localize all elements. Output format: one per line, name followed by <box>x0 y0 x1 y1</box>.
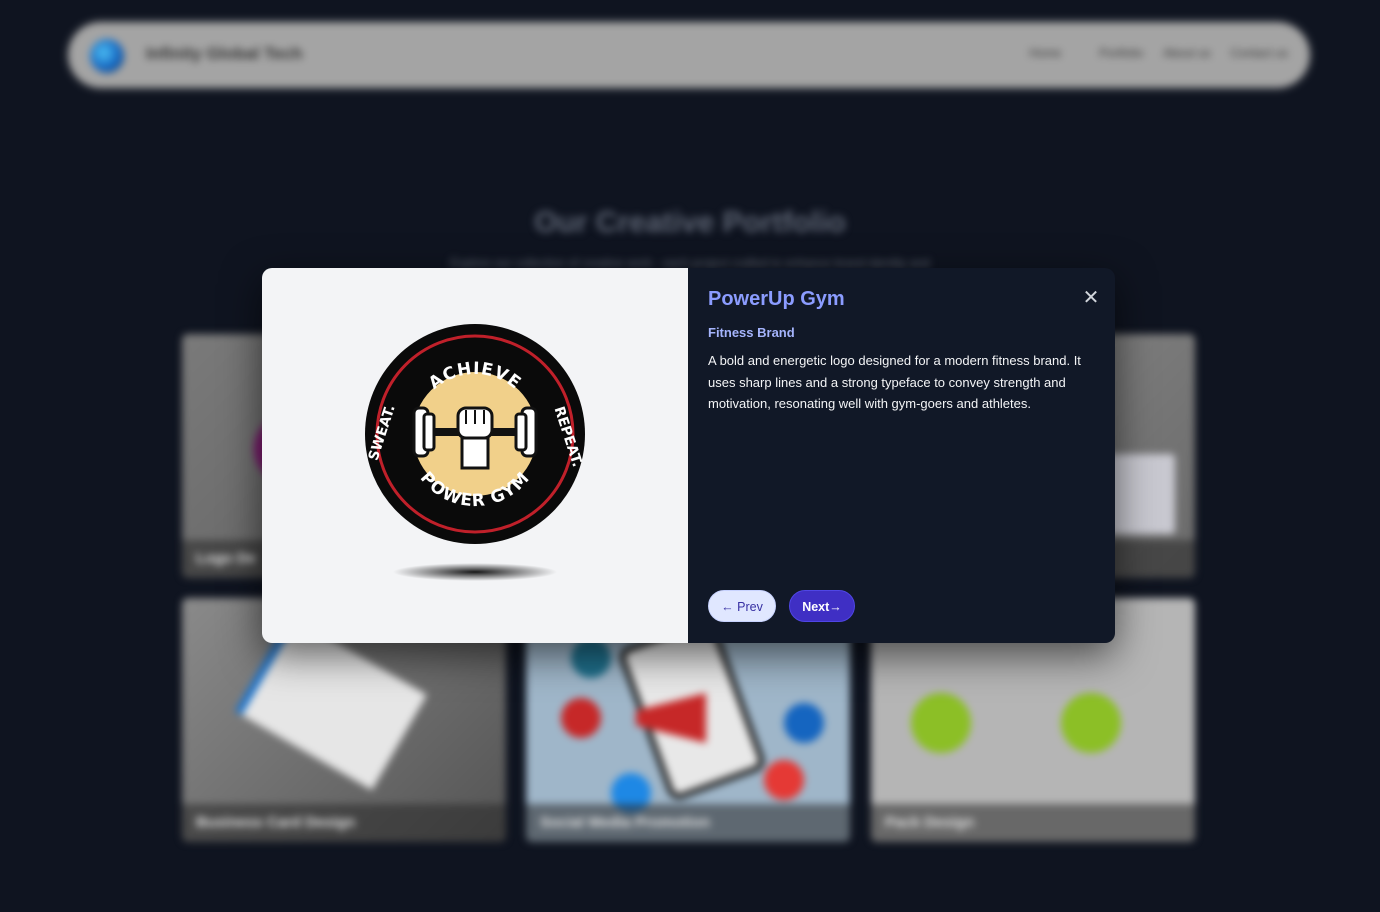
prev-button[interactable]: ← Prev <box>708 590 776 622</box>
modal-title: PowerUp Gym <box>708 288 845 310</box>
next-button[interactable]: Next→ <box>789 590 855 622</box>
modal-image: ACHIEVE REPEAT. SWEAT. POWER GYM <box>262 268 688 643</box>
section-title: Our Creative Portfolio <box>534 206 846 239</box>
modal-category: Fitness Brand <box>708 325 795 340</box>
card-label: Business Card Design <box>182 804 506 842</box>
nav-portfolio[interactable]: Portfolio <box>1099 46 1143 60</box>
brand-name[interactable]: Infinity Global Tech <box>146 44 302 64</box>
nav-about[interactable]: About us <box>1163 46 1210 60</box>
card-image <box>1105 454 1175 534</box>
logo-shadow <box>393 563 557 581</box>
social-icon <box>571 638 611 678</box>
card-label: Social Media Promotion <box>526 804 850 842</box>
card-image <box>911 693 971 753</box>
navbar: Infinity Global Tech Home Portfolio Abou… <box>68 22 1310 88</box>
modal-description: A bold and energetic logo designed for a… <box>708 353 1081 411</box>
nav-contact[interactable]: Contact us <box>1231 46 1288 60</box>
card-label: Pack Design <box>871 804 1195 842</box>
social-icon <box>561 698 601 738</box>
nav-home[interactable]: Home <box>1029 46 1061 60</box>
modal-content: PowerUp Gym Fitness Brand A bold and ene… <box>708 268 1115 643</box>
portfolio-modal: ACHIEVE REPEAT. SWEAT. POWER GYM PowerUp… <box>262 268 1115 643</box>
powergym-logo: ACHIEVE REPEAT. SWEAT. POWER GYM <box>365 324 585 581</box>
card-image <box>1061 693 1121 753</box>
brand-logo-icon[interactable] <box>90 39 124 73</box>
nav-links: Home Portfolio About us Contact us <box>1029 46 1288 60</box>
social-icon <box>764 760 804 800</box>
social-icon <box>784 703 824 743</box>
close-icon[interactable]: ✕ <box>1081 288 1101 308</box>
